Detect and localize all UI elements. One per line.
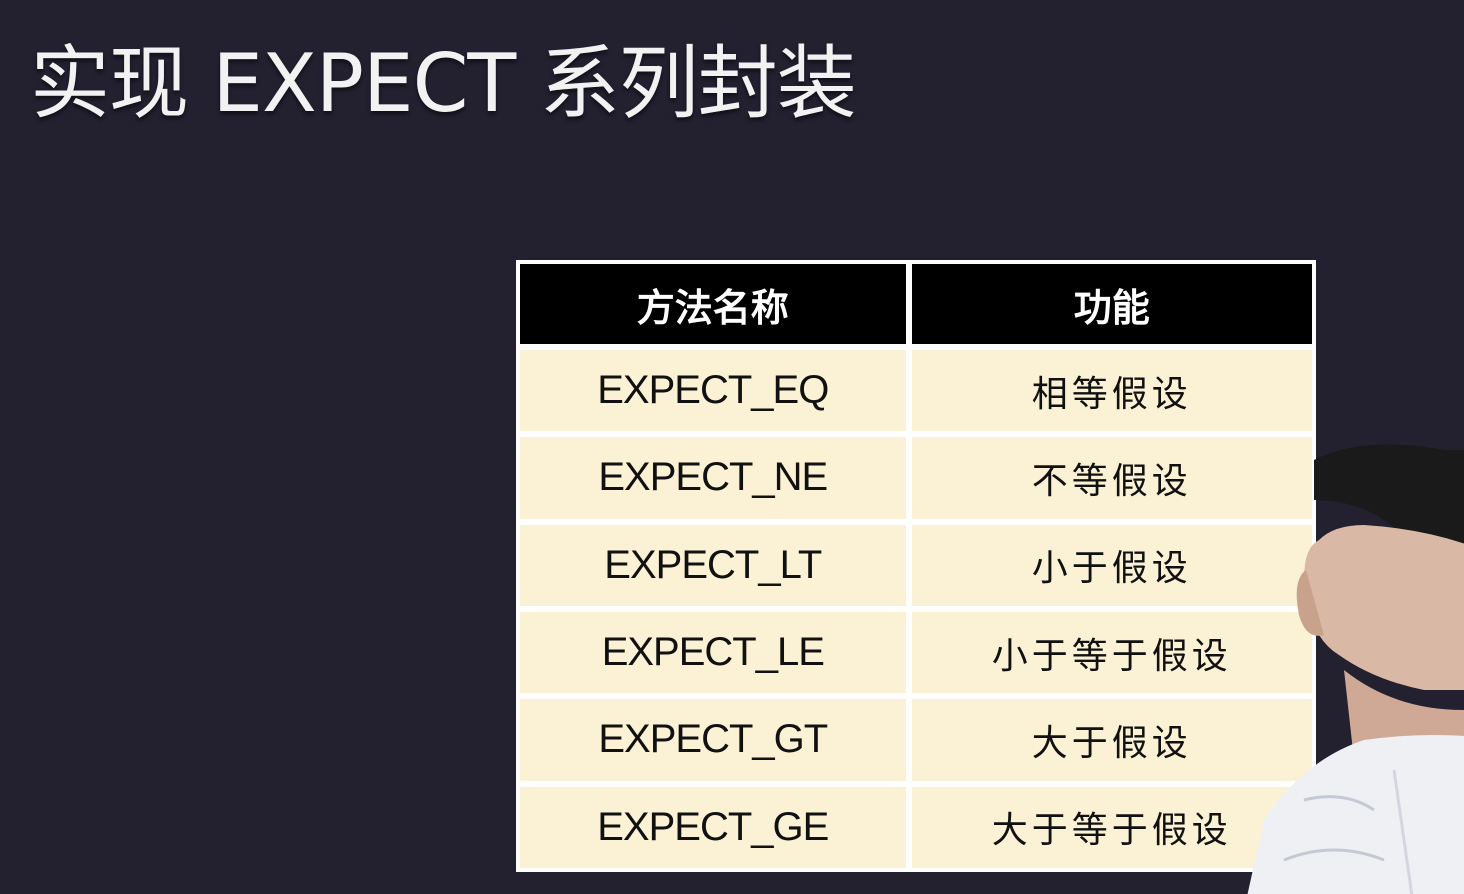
table-row: EXPECT_NE 不等假设	[520, 437, 1312, 519]
slide-title: 实现 EXPECT 系列封装	[30, 37, 857, 130]
method-cell: EXPECT_LT	[520, 524, 906, 606]
header-function: 功能	[911, 264, 1312, 344]
expect-table-container: 方法名称 功能 EXPECT_EQ 相等假设 EXPECT_NE 不等假设 EX…	[516, 260, 1316, 872]
header-method-name: 方法名称	[520, 264, 906, 344]
table-row: EXPECT_GT 大于假设	[520, 699, 1312, 781]
table-row: EXPECT_EQ 相等假设	[520, 350, 1312, 432]
method-cell: EXPECT_GE	[520, 786, 906, 868]
slide: 实现 EXPECT 系列封装 方法名称 功能 EXPECT_EQ 相等假设 EX…	[0, 0, 1464, 894]
expect-table: 方法名称 功能 EXPECT_EQ 相等假设 EXPECT_NE 不等假设 EX…	[514, 258, 1318, 874]
method-cell: EXPECT_NE	[520, 437, 906, 519]
presenter-silhouette	[1247, 444, 1464, 894]
method-cell: EXPECT_GT	[520, 699, 906, 781]
table-row: EXPECT_LE 小于等于假设	[520, 611, 1312, 694]
function-cell: 相等假设	[911, 350, 1312, 432]
table-header-row: 方法名称 功能	[520, 264, 1312, 344]
table-row: EXPECT_LT 小于假设	[520, 524, 1312, 606]
method-cell: EXPECT_LE	[520, 611, 906, 694]
table-row: EXPECT_GE 大于等于假设	[520, 786, 1312, 868]
method-cell: EXPECT_EQ	[520, 350, 906, 432]
